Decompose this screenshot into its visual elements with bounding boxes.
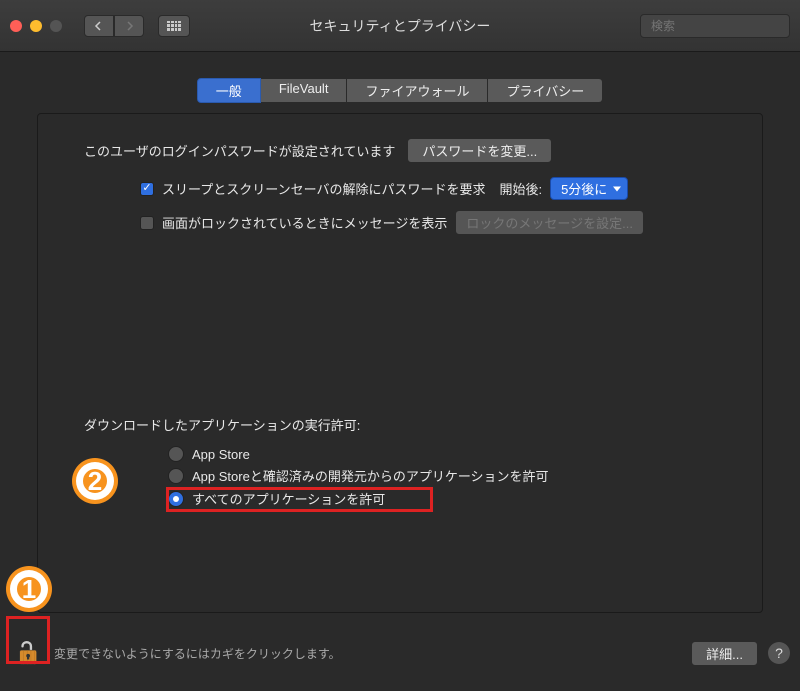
radio-identified[interactable] (168, 468, 184, 484)
zoom-window-button[interactable] (50, 20, 62, 32)
unlocked-lock-icon (16, 637, 44, 667)
tab-general[interactable]: 一般 (197, 78, 261, 103)
lock-button[interactable] (16, 637, 44, 670)
gatekeeper-section-label: ダウンロードしたアプリケーションの実行許可: (84, 415, 762, 434)
titlebar: セキュリティとプライバシー (0, 0, 800, 52)
tab-privacy[interactable]: プライバシー (488, 78, 603, 103)
show-all-button[interactable] (158, 15, 190, 37)
set-lock-message-button[interactable]: ロックのメッセージを設定... (455, 210, 644, 235)
tab-bar: 一般 FileVault ファイアウォール プライバシー (0, 78, 800, 103)
lock-help-text: 変更できないようにするにはカギをクリックします。 (54, 645, 341, 662)
start-after-select[interactable]: 5分後に (550, 177, 628, 200)
radio-anywhere-label: すべてのアプリケーションを許可 (192, 489, 385, 508)
window-controls (10, 20, 62, 32)
details-button[interactable]: 詳細... (691, 641, 758, 666)
search-field[interactable] (640, 14, 790, 38)
back-button[interactable] (84, 15, 114, 37)
start-after-label: 開始後: (499, 179, 542, 198)
gatekeeper-radio-group: App Store App Storeと確認済みの開発元からのアプリケーションを… (166, 444, 762, 510)
require-password-checkbox[interactable] (140, 182, 154, 196)
close-window-button[interactable] (10, 20, 22, 32)
login-password-set-label: このユーザのログインパスワードが設定されています (84, 141, 395, 160)
lock-message-checkbox[interactable] (140, 216, 154, 230)
radio-appstore[interactable] (168, 446, 184, 462)
grid-icon (167, 21, 181, 31)
minimize-window-button[interactable] (30, 20, 42, 32)
change-password-button[interactable]: パスワードを変更... (407, 138, 552, 163)
require-password-label: スリープとスクリーンセーバの解除にパスワードを要求 (162, 179, 485, 198)
radio-appstore-label: App Store (192, 447, 250, 462)
radio-identified-label: App Storeと確認済みの開発元からのアプリケーションを許可 (192, 466, 549, 485)
radio-anywhere[interactable] (168, 491, 184, 507)
tab-filevault[interactable]: FileVault (261, 78, 348, 103)
search-input[interactable] (651, 19, 800, 33)
start-after-value: 5分後に (561, 182, 607, 197)
content-panel: このユーザのログインパスワードが設定されています パスワードを変更... スリー… (37, 113, 763, 613)
footer: 変更できないようにするにはカギをクリックします。 詳細... ? (10, 625, 790, 681)
tab-firewall[interactable]: ファイアウォール (347, 78, 488, 103)
nav-buttons (84, 15, 144, 37)
help-button[interactable]: ? (768, 642, 790, 664)
lock-message-label: 画面がロックされているときにメッセージを表示 (162, 213, 447, 232)
forward-button[interactable] (114, 15, 144, 37)
